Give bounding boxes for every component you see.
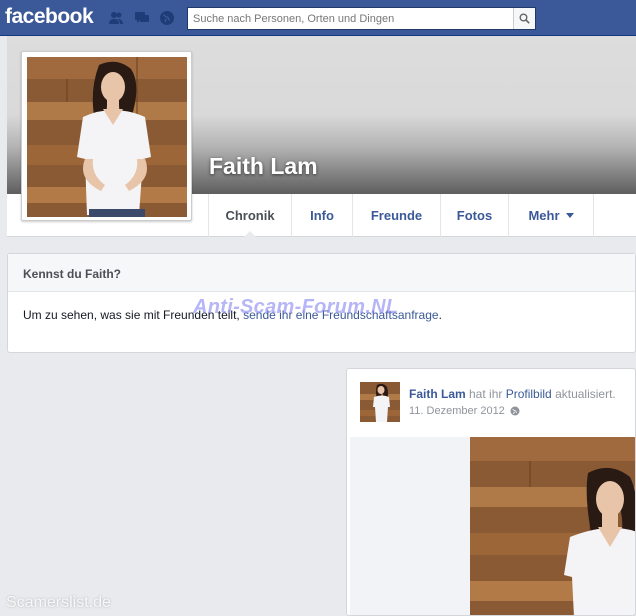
tab-info[interactable]: Info: [291, 194, 352, 237]
story-photo: [470, 437, 635, 615]
tab-chronik[interactable]: Chronik: [208, 194, 291, 238]
profile-picture[interactable]: [21, 51, 192, 221]
globe-icon[interactable]: [510, 406, 520, 416]
story-date-text[interactable]: 11. Dezember 2012: [409, 405, 505, 417]
tab-label: Freunde: [370, 208, 423, 223]
story-avatar[interactable]: [360, 382, 400, 422]
tab-label: Info: [310, 208, 334, 223]
facebook-logo[interactable]: facebook: [5, 5, 94, 29]
story-object-link[interactable]: Profilbild: [506, 387, 552, 401]
tab-label: Mehr: [528, 208, 560, 223]
story-action-text: hat ihr: [465, 387, 506, 401]
story-media[interactable]: [350, 437, 635, 615]
profile-name[interactable]: Faith Lam: [209, 153, 318, 180]
tab-mehr[interactable]: Mehr: [508, 194, 594, 237]
friends-icon[interactable]: [108, 10, 124, 26]
search-input[interactable]: [188, 8, 508, 29]
watermark-bottom: Scamerslist.de: [6, 594, 111, 611]
card-title: Kennst du Faith?: [8, 254, 635, 292]
messages-icon[interactable]: [134, 10, 150, 26]
story-author-link[interactable]: Faith Lam: [409, 387, 466, 401]
search-icon: [519, 13, 530, 24]
tab-label: Fotos: [456, 208, 493, 223]
card-text-part: .: [438, 308, 442, 322]
top-bar: facebook: [0, 0, 636, 36]
timeline-story: Faith Lam hat ihr Profilbild aktualisier…: [346, 368, 636, 616]
tab-label: Chronik: [225, 208, 275, 223]
tab-freunde[interactable]: Freunde: [352, 194, 440, 237]
search-button[interactable]: [513, 8, 535, 29]
search-box: [187, 7, 536, 30]
tab-fotos[interactable]: Fotos: [440, 194, 508, 237]
watermark-center: Anti-Scam-Forum.NL: [193, 296, 399, 318]
story-date: 11. Dezember 2012: [409, 405, 520, 417]
profile-photo: [27, 57, 187, 217]
story-action-text: aktualisiert.: [551, 387, 616, 401]
story-headline: Faith Lam hat ihr Profilbild aktualisier…: [409, 387, 616, 401]
notifications-globe-icon[interactable]: [159, 10, 175, 26]
chevron-down-icon: [565, 213, 574, 218]
